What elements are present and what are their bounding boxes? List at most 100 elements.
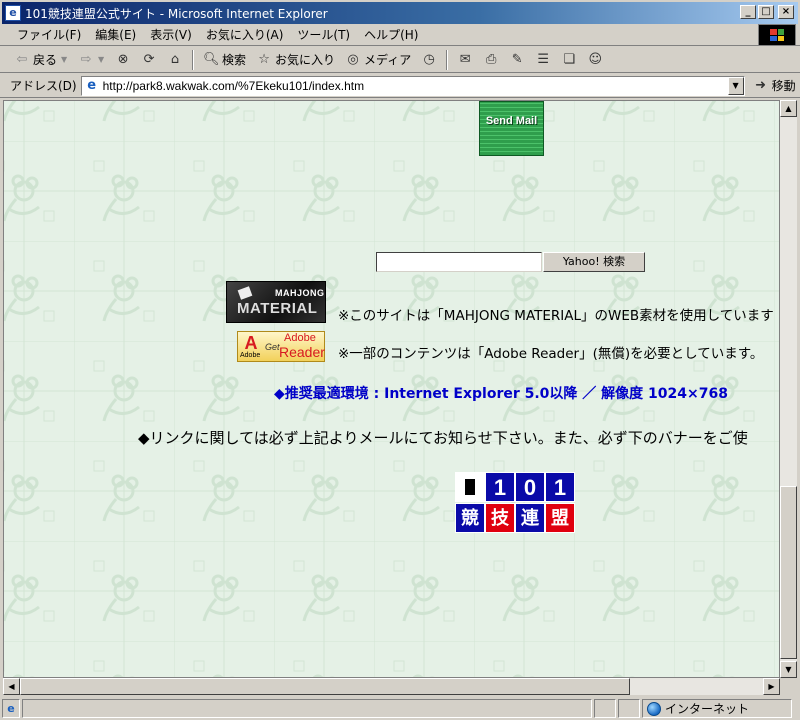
stop-button[interactable]: ⊗ [111,49,135,71]
banner-kanji: 連 [515,503,545,533]
status-bar: e インターネット [0,697,800,720]
banner-kanji: 盟 [545,503,575,533]
send-mail-label: Send Mail [485,114,538,127]
adobe-logo-icon: A [244,333,258,353]
address-label: アドレス(D) [10,79,77,93]
scroll-right-button[interactable]: ▶ [763,678,780,695]
edit-button[interactable]: ✎ [505,49,529,71]
media-button[interactable]: ◎ メディア [341,49,415,71]
home-button[interactable]: ⌂ [163,49,187,71]
mail-button[interactable]: ✉ [453,49,477,71]
menu-bar: ファイル(F) 編集(E) 表示(V) お気に入り(A) ツール(T) ヘルプ(… [0,24,800,46]
adobe-label: Adobe [284,332,316,344]
scroll-down-button[interactable]: ▼ [780,661,797,678]
adobe-requirement-text: ※一部のコンテンツは「Adobe Reader」(無償)を必要としています。 [338,346,764,362]
get-adobe-reader-banner[interactable]: A Adobe Get Adobe Reader [237,331,325,362]
zone-label: インターネット [665,702,750,716]
mahjong-tile-icon [455,472,485,502]
research-button[interactable]: ❏ [557,49,581,71]
menu-tools[interactable]: ツール(T) [290,25,357,45]
adobe-logo-sub: Adobe [240,352,261,359]
banner-kanji: 競 [455,503,485,533]
horizontal-scrollbar[interactable]: ◀ ▶ [3,678,780,695]
mail-icon: ✉ [459,51,471,67]
menu-file[interactable]: ファイル(F) [10,25,88,45]
window-controls: _ □ × [740,5,794,19]
scroll-up-button[interactable]: ▲ [780,100,797,117]
yahoo-search-input[interactable] [376,252,542,272]
mahjong-banner-line1: MAHJONG [275,288,325,298]
messenger-icon: ☺ [588,51,602,67]
chevron-down-icon: ▼ [97,54,105,64]
address-input[interactable]: e http://park8.wakwak.com/%7Ekeku101/ind… [80,75,745,96]
mahjong-material-banner[interactable]: MAHJONG MATERIAL [226,281,326,323]
go-button[interactable]: ➜ 移動 [753,77,796,94]
favorites-label: お気に入り [275,53,336,67]
go-arrow-icon: ➜ [755,77,767,93]
discuss-button[interactable]: ☰ [531,49,555,71]
back-button[interactable]: ⇦ 戻る ▼ [10,49,72,71]
banner-digit: 1 [545,472,575,502]
status-text-panel [22,699,592,718]
refresh-icon: ⟳ [143,51,155,67]
windows-logo-icon [758,24,796,46]
title-bar: e 101競技連盟公式サイト - Microsoft Internet Expl… [0,0,800,24]
banner-digit: 1 [485,472,515,502]
edit-icon: ✎ [511,51,523,67]
status-panel [618,699,640,718]
close-button[interactable]: × [778,5,794,19]
print-icon: ⎙ [486,51,497,67]
minimize-button[interactable]: _ [740,5,756,19]
mahjong-tile-icon [237,286,253,300]
menu-help[interactable]: ヘルプ(H) [357,25,425,45]
maximize-button[interactable]: □ [758,5,774,19]
reader-label: Reader [279,344,325,360]
messenger-button[interactable]: ☺ [583,49,607,71]
media-icon: ◎ [347,51,359,67]
vertical-scroll-thumb[interactable] [780,486,797,659]
send-mail-button[interactable]: Send Mail [479,101,544,156]
window-title: 101競技連盟公式サイト - Microsoft Internet Explor… [25,6,328,21]
banner-digit: 0 [515,472,545,502]
go-label: 移動 [771,79,796,93]
back-arrow-icon: ⇦ [16,51,28,67]
history-button[interactable]: ◷ [417,49,441,71]
chevron-down-icon: ▼ [60,54,68,64]
research-icon: ❏ [563,51,576,67]
refresh-button[interactable]: ⟳ [137,49,161,71]
stop-icon: ⊗ [117,51,129,67]
search-button[interactable]: 🔍︎ 検索 [199,49,250,71]
scroll-left-button[interactable]: ◀ [3,678,20,695]
menu-favorites[interactable]: お気に入り(A) [199,25,291,45]
recommended-environment-text: ◆推奨最適環境 : Internet Explorer 5.0以降 ／ 解像度 … [274,386,728,402]
forward-button[interactable]: ⇨ ▼ [74,49,109,71]
globe-icon [647,701,661,716]
back-label: 戻る [33,53,58,67]
link-policy-text: ◆リンクに関しては必ず上記よりメールにてお知らせ下さい。また、必ず下のバナーをご… [138,429,748,447]
forward-arrow-icon: ⇨ [80,51,92,67]
toolbar-separator [192,49,195,70]
page-icon: e [87,77,97,93]
toolbar-separator [446,49,449,70]
favorites-button[interactable]: ☆ お気に入り [252,49,339,71]
address-dropdown-button[interactable]: ▼ [727,76,744,95]
page-viewport: Send Mail Yahoo! 検索 MAHJONG MATERIAL ※この… [3,100,780,678]
standard-toolbar: ⇦ 戻る ▼ ⇨ ▼ ⊗ ⟳ ⌂ 🔍︎ 検索 ☆ お気に入り ◎ メディア ◷ … [0,47,800,73]
vertical-scrollbar[interactable]: ▲ ▼ [780,100,797,678]
banner-kanji: 技 [485,503,515,533]
101-banner[interactable]: 1 0 1 競 技 連 盟 [455,472,575,534]
scrollbar-corner [780,678,797,695]
media-label: メディア [364,53,412,67]
menu-edit[interactable]: 編集(E) [88,25,143,45]
print-button[interactable]: ⎙ [479,49,503,71]
favorites-icon: ☆ [258,51,270,67]
menu-view[interactable]: 表示(V) [143,25,199,45]
address-bar: アドレス(D) e http://park8.wakwak.com/%7Ekek… [0,74,800,98]
history-icon: ◷ [423,51,435,67]
home-icon: ⌂ [170,51,180,67]
security-zone-panel: インターネット [642,699,792,718]
ie-icon: e [5,5,21,21]
horizontal-scroll-thumb[interactable] [20,678,630,695]
get-label: Get [265,342,280,352]
yahoo-search-button[interactable]: Yahoo! 検索 [543,252,645,272]
